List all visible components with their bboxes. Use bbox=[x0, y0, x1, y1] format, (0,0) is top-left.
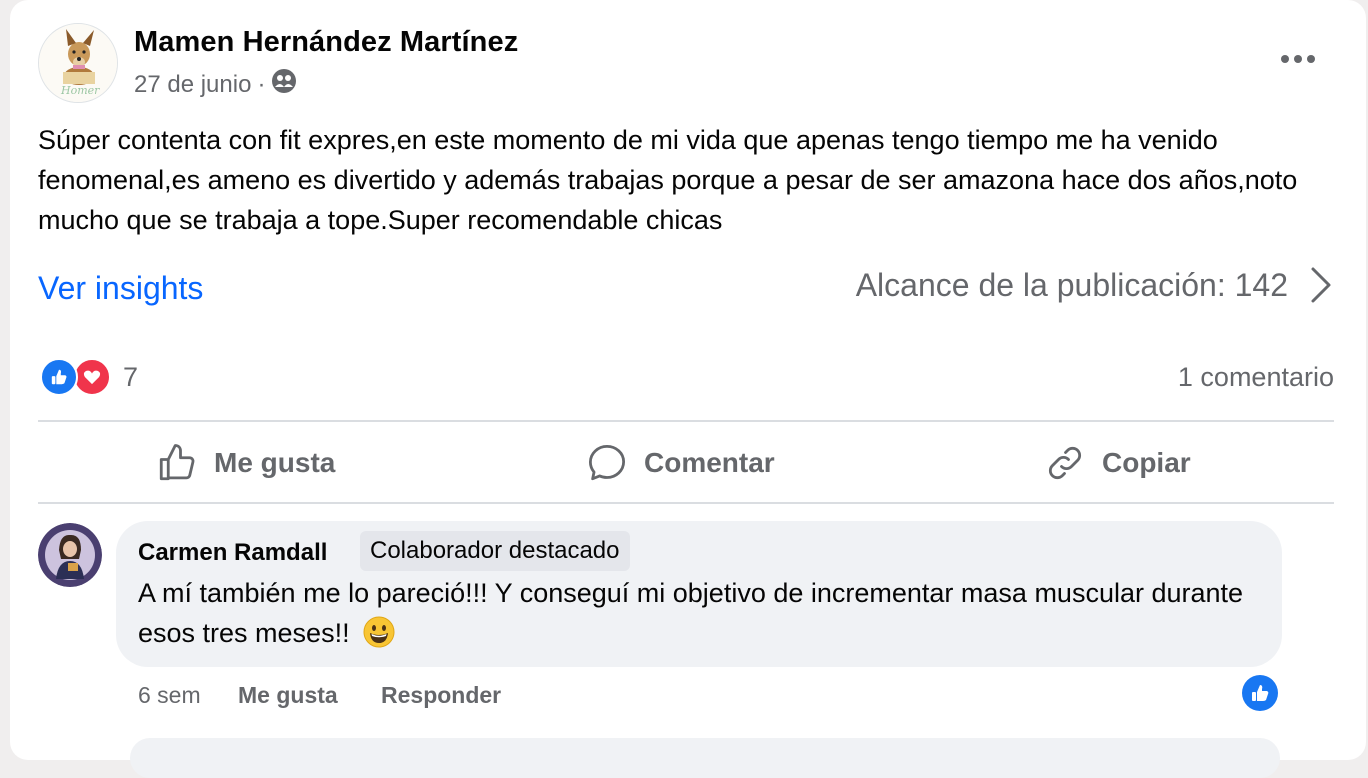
like-reaction-icon bbox=[40, 358, 78, 396]
like-button-label: Me gusta bbox=[214, 447, 336, 478]
like-button[interactable]: Me gusta bbox=[156, 440, 335, 486]
copy-button[interactable]: Copiar bbox=[1044, 440, 1191, 486]
copy-button-label: Copiar bbox=[1102, 447, 1191, 478]
avatar-caption: Homer bbox=[61, 84, 100, 97]
comment-actions: 6 sem Me gusta Responder bbox=[138, 682, 501, 709]
friends-icon[interactable] bbox=[271, 68, 297, 101]
comment-text-body: A mí también me lo pareció!!! Y conseguí… bbox=[138, 578, 1244, 648]
post-date[interactable]: 27 de junio bbox=[134, 71, 251, 99]
reaction-count: 7 bbox=[123, 361, 139, 392]
post-text: Súper contenta con fit expres,en este mo… bbox=[38, 125, 1298, 235]
post-meta: 27 de junio · bbox=[134, 68, 297, 101]
view-insights-link[interactable]: Ver insights bbox=[38, 270, 203, 307]
comment-time[interactable]: 6 sem bbox=[138, 682, 238, 709]
comment-like-reaction-icon[interactable] bbox=[1242, 675, 1278, 711]
comment-button-label: Comentar bbox=[644, 447, 775, 478]
grinning-face-icon bbox=[363, 616, 395, 659]
commenter-avatar[interactable] bbox=[38, 523, 102, 587]
chevron-right-icon bbox=[1311, 267, 1331, 303]
link-icon bbox=[1048, 446, 1082, 480]
thumbs-up-icon bbox=[159, 444, 195, 481]
more-options-button[interactable] bbox=[1276, 44, 1320, 74]
comment-like-button[interactable]: Me gusta bbox=[238, 682, 381, 709]
comment-reply-button[interactable]: Responder bbox=[381, 682, 501, 709]
comment-button[interactable]: Comentar bbox=[586, 440, 775, 486]
comment-count[interactable]: 1 comentario bbox=[1178, 362, 1334, 393]
love-reaction-icon bbox=[73, 358, 111, 396]
post-reach-label: Alcance de la publicación: 142 bbox=[855, 266, 1288, 303]
commenter-name[interactable]: Carmen Ramdall bbox=[138, 539, 327, 567]
author-name[interactable]: Mamen Hernández Martínez bbox=[134, 26, 518, 59]
meta-separator: · bbox=[257, 70, 266, 98]
author-avatar[interactable]: Homer bbox=[38, 23, 118, 103]
comment-icon bbox=[588, 444, 626, 481]
divider bbox=[38, 420, 1334, 422]
comment-bubble: Carmen Ramdall Colaborador destacado A m… bbox=[116, 521, 1282, 667]
divider bbox=[38, 502, 1334, 504]
next-comment-bubble bbox=[130, 738, 1280, 778]
post-reach-button[interactable]: Alcance de la publicación: 142 bbox=[856, 266, 1332, 304]
reactions-summary[interactable]: 7 bbox=[40, 358, 138, 396]
more-dots-icon bbox=[1281, 55, 1315, 63]
comment-text: A mí también me lo pareció!!! Y conseguí… bbox=[138, 573, 1258, 659]
top-contributor-badge: Colaborador destacado bbox=[360, 531, 630, 571]
